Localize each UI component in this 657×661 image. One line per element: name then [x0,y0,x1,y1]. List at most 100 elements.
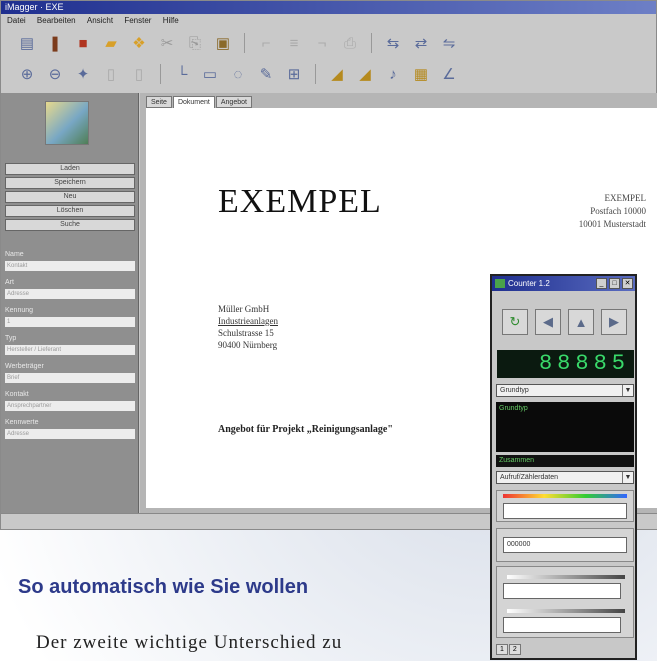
frame-icon[interactable]: ▯ [101,64,121,84]
toolbar-draw: ⊕ ⊖ ✦ ▯ ▯ └ ▭ ◌ ✎ ⊞ ◢ ◢ ♪ ▦ ∠ [1,59,656,89]
field-name[interactable]: Kontakt [5,261,135,271]
cut-icon[interactable]: ✂ [157,33,177,53]
field-label-media: Werbeträger [5,363,44,370]
color-field[interactable] [503,503,627,519]
value-field[interactable]: 000000 [503,537,627,553]
zoom-out-icon[interactable]: ⊖ [45,64,65,84]
image-icon[interactable]: ✎ [256,64,276,84]
table-icon[interactable]: ⊞ [284,64,304,84]
palette-icon[interactable]: ▦ [411,64,431,84]
maximize-icon[interactable]: □ [609,278,620,289]
menu-help[interactable]: Hilfe [163,16,179,25]
toolbar-separator [244,33,245,53]
bottom-tab[interactable]: 2 [508,644,521,655]
field-label-values: Kennwerte [5,419,39,426]
field-category[interactable]: Hersteller / Lieferant [5,345,135,355]
app-icon [495,279,505,288]
sidebar: Laden Speichern Neu Löschen Suche Name K… [1,93,139,513]
bottom-tab[interactable]: 1 [496,644,508,655]
slider-value-field[interactable] [503,583,621,599]
tab-page[interactable]: Seite [146,96,172,108]
open-icon[interactable]: ❖ [129,33,149,53]
import-icon[interactable]: ⇋ [439,33,459,53]
slider-track[interactable] [507,575,625,579]
document-thumbnail[interactable] [45,101,89,145]
paint-icon[interactable]: ❚ [45,33,65,53]
field-type[interactable]: Adresse [5,289,135,299]
toolbar-separator [160,64,161,84]
folder-icon[interactable]: ▰ [101,33,121,53]
brush-icon[interactable]: ∠ [439,64,459,84]
zoom-in-icon[interactable]: ⊕ [17,64,37,84]
rect-icon[interactable]: ▭ [200,64,220,84]
refresh-icon[interactable]: ↻ [502,309,528,335]
counter-panel: Counter 1.2 _ □ ✕ ↻ ◀ ▲ ▶ 88885 Grundtyp… [490,274,637,660]
sender-line: EXEMPEL [604,193,647,203]
menu-view[interactable]: Ansicht [87,16,113,25]
ellipse-icon[interactable]: ◌ [228,64,248,84]
document-tabs: Seite Dokument Angebot [146,96,252,108]
slider-group [496,566,634,638]
preview-icon[interactable]: ⇆ [383,33,403,53]
type-select[interactable]: Grundtyp ▼ [496,384,634,397]
recipient-address: Müller GmbH Industrieanlagen Schulstrass… [218,303,278,351]
chart-icon[interactable]: ◢ [327,64,347,84]
color-icon[interactable]: ♪ [383,64,403,84]
slider-track[interactable] [507,609,625,613]
chevron-down-icon[interactable]: ▼ [622,385,633,396]
search-button[interactable]: Suche [5,219,135,231]
field-contact[interactable]: Ansprechpartner [5,401,135,411]
recipient-line: Müller GmbH [218,304,270,314]
load-button[interactable]: Laden [5,163,135,175]
type-select-value: Grundtyp [500,387,529,394]
sender-line: 10001 Musterstadt [578,219,646,229]
rewind-icon[interactable]: ◀ [535,309,561,335]
next-icon[interactable]: ▶ [601,309,627,335]
field-values[interactable]: Adresse [5,429,135,439]
grid-icon[interactable]: ✦ [73,64,93,84]
paste-icon[interactable]: ▣ [213,33,233,53]
line-icon[interactable]: └ [172,64,192,84]
chevron-down-icon[interactable]: ▼ [622,472,633,483]
type-list[interactable]: Grundtyp [496,402,634,452]
toolbar-separator [315,64,316,84]
book-icon[interactable]: ■ [73,33,93,53]
window-titlebar: iMagger · EXE [1,1,656,14]
data-select[interactable]: Aufruf/Zählerdaten ▼ [496,471,634,484]
counter-display: 88885 [497,350,634,378]
field-label-name: Name [5,251,24,258]
menu-window[interactable]: Fenster [124,16,151,25]
page-icon[interactable]: ▤ [17,33,37,53]
delete-button[interactable]: Löschen [5,205,135,217]
field-id[interactable]: 1 [5,317,135,327]
close-icon[interactable]: ✕ [622,278,633,289]
toolbar-main: ▤ ❚ ■ ▰ ❖ ✂ ⎘ ▣ ⌐ ≡ ¬ ⎙ ⇆ ⇄ ⇋ [1,28,656,58]
data-select-value: Aufruf/Zählerdaten [500,474,558,481]
print-icon[interactable]: ⎙ [340,33,360,53]
article-body: Der zweite wichtige Unterschied zu [36,632,343,653]
export-icon[interactable]: ⇄ [411,33,431,53]
field-label-type: Art [5,279,14,286]
minimize-icon[interactable]: _ [596,278,607,289]
letterhead-logo: EXEMPEL [218,183,382,220]
menu-edit[interactable]: Bearbeiten [37,16,76,25]
align-left-icon[interactable]: ⌐ [256,33,276,53]
text-icon[interactable]: ▯ [129,64,149,84]
sender-address: EXEMPEL Postfach 10000 10001 Musterstadt [579,192,646,231]
field-media[interactable]: Brief [5,373,135,383]
align-center-icon[interactable]: ≡ [284,33,304,53]
menu-file[interactable]: Datei [7,16,26,25]
align-right-icon[interactable]: ¬ [312,33,332,53]
letter-subject: Angebot für Projekt „Reinigungsanlage" [218,424,393,435]
panel-bottom-tabs: 1 2 [496,644,634,655]
new-button[interactable]: Neu [5,191,135,203]
panel-titlebar[interactable]: Counter 1.2 _ □ ✕ [492,276,635,291]
previous-icon[interactable]: ▲ [568,309,594,335]
sender-line: Postfach 10000 [590,206,646,216]
link-icon[interactable]: ◢ [355,64,375,84]
save-button[interactable]: Speichern [5,177,135,189]
tab-offer[interactable]: Angebot [215,96,252,108]
tab-document[interactable]: Dokument [172,96,215,108]
slider-value-field[interactable] [503,617,621,633]
copy-icon[interactable]: ⎘ [185,33,205,53]
